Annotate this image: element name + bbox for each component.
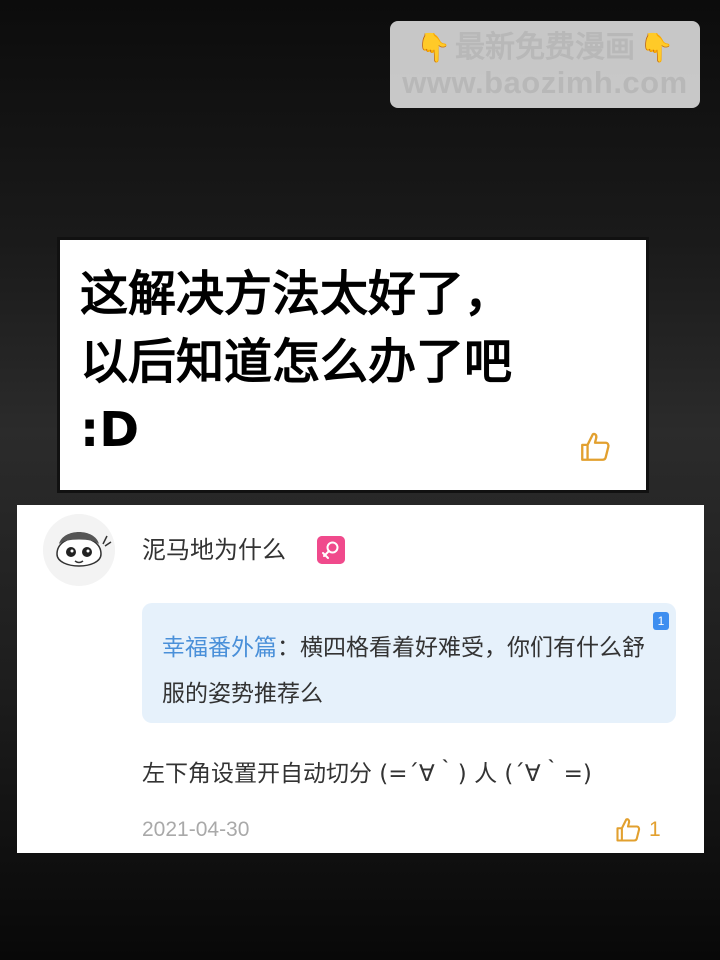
watermark-row: 👇 最新免费漫画 👇: [416, 30, 674, 66]
comment-username[interactable]: 泥马地为什么: [142, 535, 286, 565]
watermark-banner: 👇 最新免费漫画 👇 www.baozimh.com: [390, 21, 700, 108]
comment-text: 左下角设置开自动切分 (=´∀｀) 人 (´∀｀=): [142, 761, 592, 787]
speech-panel: 这解决方法太好了， 以后知道怎么办了吧 :D: [57, 237, 649, 493]
comment-date: 2021-04-30: [142, 818, 250, 841]
thumbs-up-icon: [581, 432, 610, 461]
comment-card: 泥马地为什么 幸福番外篇：横四格看着好难受，你们有什么舒服的姿势推荐么 1 左下…: [17, 505, 704, 853]
pointing-down-hand-icon: 👇: [639, 30, 674, 64]
thumbs-up-icon[interactable]: [614, 816, 642, 844]
female-symbol-icon: [317, 536, 345, 564]
quoted-username[interactable]: 幸福番外篇: [162, 635, 277, 661]
quote-count-badge: 1: [653, 612, 669, 630]
watermark-url: www.baozimh.com: [402, 64, 688, 100]
quoted-comment[interactable]: 幸福番外篇：横四格看着好难受，你们有什么舒服的姿势推荐么: [142, 603, 676, 723]
avatar-image: [43, 514, 115, 586]
like-count: 1: [649, 818, 661, 841]
pointing-down-hand-icon: 👇: [416, 30, 451, 64]
quote-separator: ：: [277, 635, 300, 661]
avatar[interactable]: [43, 514, 115, 586]
speech-panel-text: 这解决方法太好了， 以后知道怎么办了吧 :D: [80, 266, 513, 458]
watermark-title: 最新免费漫画: [455, 29, 635, 65]
